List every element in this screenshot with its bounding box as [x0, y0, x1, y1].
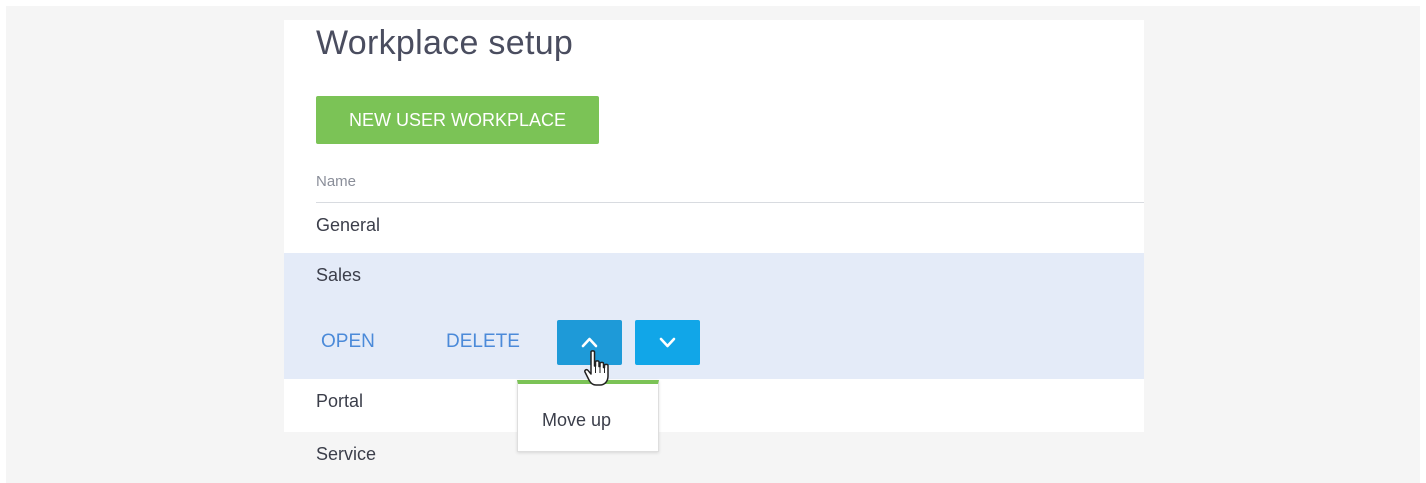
table-row-service[interactable]: Service [284, 432, 1144, 483]
page-title: Workplace setup [316, 24, 574, 62]
hand-pointer-cursor-icon [584, 350, 609, 386]
table-row-sales[interactable]: Sales OPEN DELETE [284, 253, 1144, 379]
table-row-portal[interactable]: Portal [284, 379, 1144, 429]
tooltip-text: Move up [542, 410, 612, 430]
table-row-general[interactable]: General [284, 203, 1144, 253]
new-user-workplace-button[interactable]: NEW USER WORKPLACE [316, 96, 599, 144]
column-header-name: Name [316, 173, 357, 190]
row-label: Sales [316, 265, 362, 285]
row-label: General [316, 215, 381, 235]
row-label: Service [316, 444, 377, 464]
chevron-down-icon [659, 337, 676, 348]
open-button[interactable]: OPEN [321, 331, 375, 353]
move-down-button[interactable] [635, 320, 700, 365]
row-label: Portal [316, 391, 364, 411]
move-up-tooltip: Move up [517, 380, 659, 452]
delete-button[interactable]: DELETE [446, 331, 520, 353]
workplace-setup-panel: Workplace setup NEW USER WORKPLACE Name … [284, 20, 1144, 483]
